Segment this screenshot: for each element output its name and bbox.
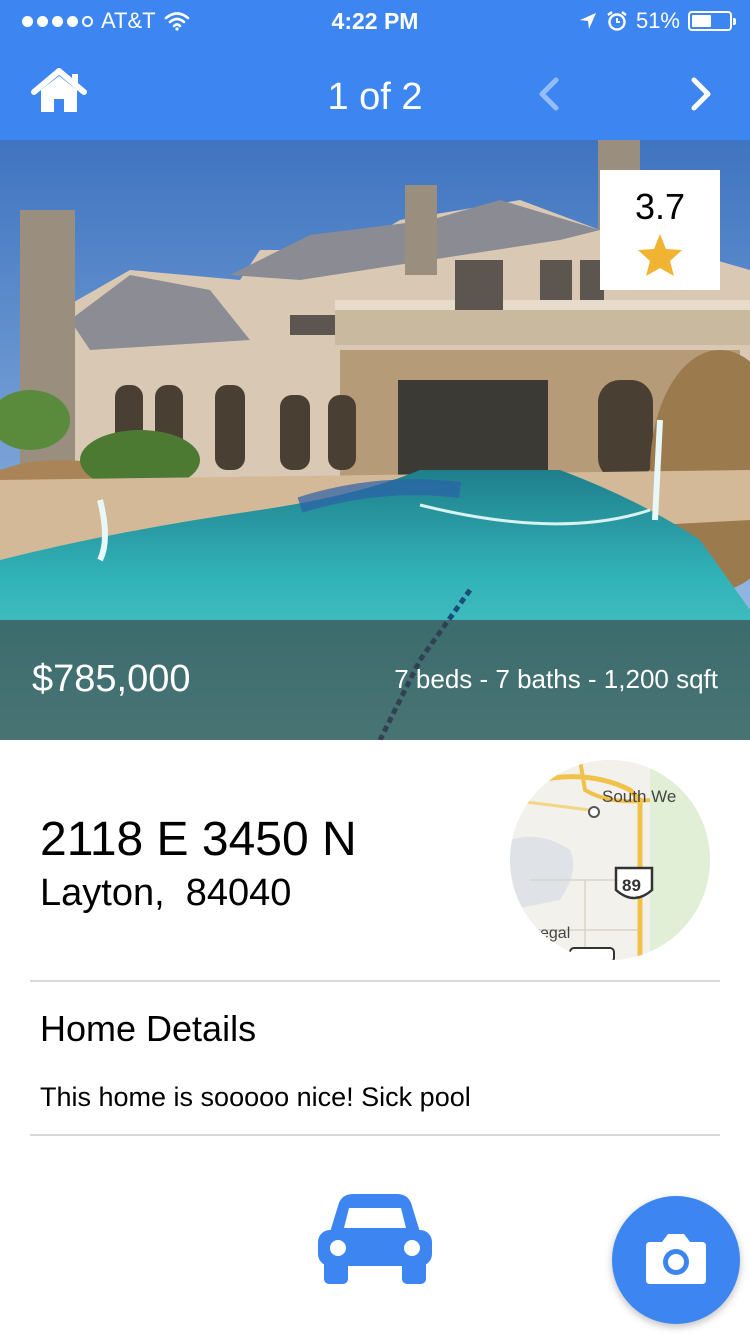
camera-button[interactable] <box>612 1196 740 1324</box>
address-street: 2118 E 3450 N <box>40 813 357 866</box>
chevron-right-icon[interactable] <box>688 76 714 112</box>
battery-icon <box>688 11 736 31</box>
battery-fill <box>692 15 711 27</box>
chevron-left-icon[interactable] <box>536 76 562 112</box>
divider-bottom <box>30 1134 720 1136</box>
map-town-label: South We <box>602 787 676 806</box>
battery-percent: 51% <box>635 8 680 33</box>
price: $785,000 <box>32 658 191 700</box>
price-overlay: $785,000 7 beds - 7 baths - 1,200 sqft <box>0 620 750 740</box>
address-city-zip: Layton, 84040 <box>40 872 292 914</box>
property-specs: 7 beds - 7 baths - 1,200 sqft <box>394 664 718 694</box>
status-bar: AT&T 4:22 PM 51% <box>0 0 750 40</box>
status-right: 51% <box>578 8 736 34</box>
map-graphic: South We 89 egal <box>510 760 710 960</box>
alarm-icon <box>607 11 627 31</box>
rating-value: 3.7 <box>634 186 686 227</box>
rating-badge: 3.7 <box>600 170 720 290</box>
map-partial-label: egal <box>540 925 570 942</box>
nav-bar: 1 of 2 <box>0 40 750 140</box>
top-bar: AT&T 4:22 PM 51% 1 of 2 <box>0 0 750 140</box>
divider-top <box>30 980 720 982</box>
camera-icon <box>646 1234 706 1284</box>
details-description: This home is sooooo nice! Sick pool <box>40 1082 471 1112</box>
map-highway-label: 89 <box>622 876 641 895</box>
location-arrow-icon <box>579 13 596 29</box>
star-icon <box>638 234 682 276</box>
car-icon[interactable] <box>316 1192 434 1284</box>
map-thumbnail[interactable]: South We 89 egal <box>510 760 710 960</box>
listing-photo[interactable]: 3.7 $785,000 7 beds - 7 baths - 1,200 sq… <box>0 140 750 740</box>
details-heading: Home Details <box>40 1008 257 1049</box>
page-counter: 1 of 2 <box>327 76 423 118</box>
